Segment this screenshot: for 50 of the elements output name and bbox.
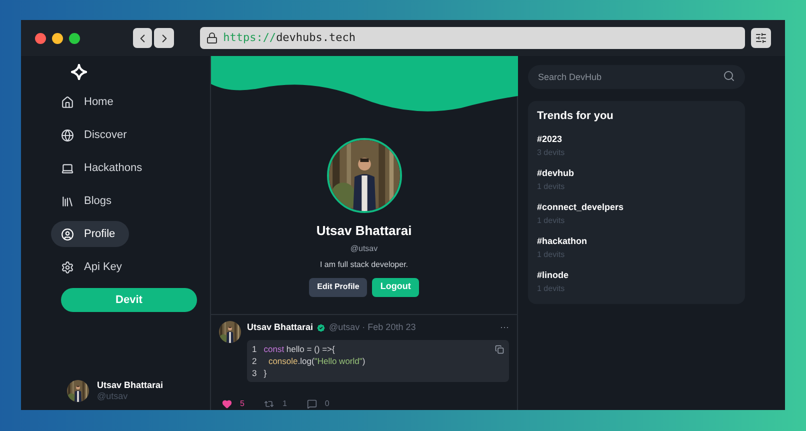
repost-icon[interactable] (264, 398, 274, 408)
trend-tag[interactable]: #devhub (537, 166, 736, 180)
nav-item[interactable]: Home (51, 89, 128, 115)
settings-icon (61, 260, 74, 274)
user-icon (61, 228, 74, 240)
heart-icon[interactable] (222, 398, 232, 408)
post-author: Utsav Bhattarai (247, 320, 314, 334)
search-icon (723, 70, 735, 82)
trend-tag[interactable]: #linode (537, 268, 736, 282)
nav-item[interactable]: Hackathons (51, 155, 156, 181)
profile-name: Utsav Bhattarai (316, 222, 412, 240)
line-number: 2 (252, 354, 257, 366)
nav-item[interactable]: Blogs (51, 188, 126, 214)
like-count: 5 (240, 398, 244, 410)
trend-tag[interactable]: #connect_develpers (537, 200, 736, 214)
profile-handle: @utsav (350, 242, 378, 254)
comment-count: 0 (324, 398, 330, 410)
search-field[interactable]: Search DevHub (528, 65, 745, 89)
code-line: const hello = () =>{ (264, 342, 335, 354)
trends-title: Trends for you (537, 109, 614, 124)
code-line: console.log("Hello world") (267, 354, 366, 366)
profile-bio: I am full stack developer. (320, 258, 408, 270)
user-name: Utsav Bhattarai (97, 380, 164, 391)
code-line: } (264, 366, 267, 378)
nav-item[interactable]: Api Key (51, 254, 136, 280)
lock-icon (206, 32, 218, 44)
logo-icon (71, 64, 87, 80)
more-button[interactable]: ··· (500, 320, 509, 334)
settings-button[interactable] (751, 28, 771, 48)
address-bar[interactable]: https://devhubs.tech (200, 27, 746, 49)
post-meta: @utsav · Feb 20th 23 (329, 320, 416, 334)
laptop-icon (61, 162, 74, 174)
nav-item[interactable]: Profile (51, 221, 130, 247)
line-number: 3 (252, 366, 257, 378)
library-icon (61, 194, 74, 208)
forward-button[interactable] (154, 28, 174, 48)
globe-icon (61, 128, 74, 142)
trend-tag[interactable]: #hackathon (537, 234, 736, 248)
edit-profile-button[interactable]: Edit Profile (309, 278, 368, 296)
user-handle: @utsav (97, 390, 129, 402)
line-number: 1 (252, 342, 257, 354)
home-icon (61, 96, 74, 108)
trend-tag[interactable]: #2023 (537, 132, 736, 146)
url-text: https://devhubs.tech (223, 30, 356, 46)
copy-icon[interactable] (495, 344, 504, 354)
sliders-icon (755, 32, 768, 44)
repost-count: 1 (282, 398, 287, 410)
nav-item[interactable]: Discover (51, 122, 141, 148)
comment-icon[interactable] (306, 398, 317, 408)
back-button[interactable] (132, 28, 152, 48)
